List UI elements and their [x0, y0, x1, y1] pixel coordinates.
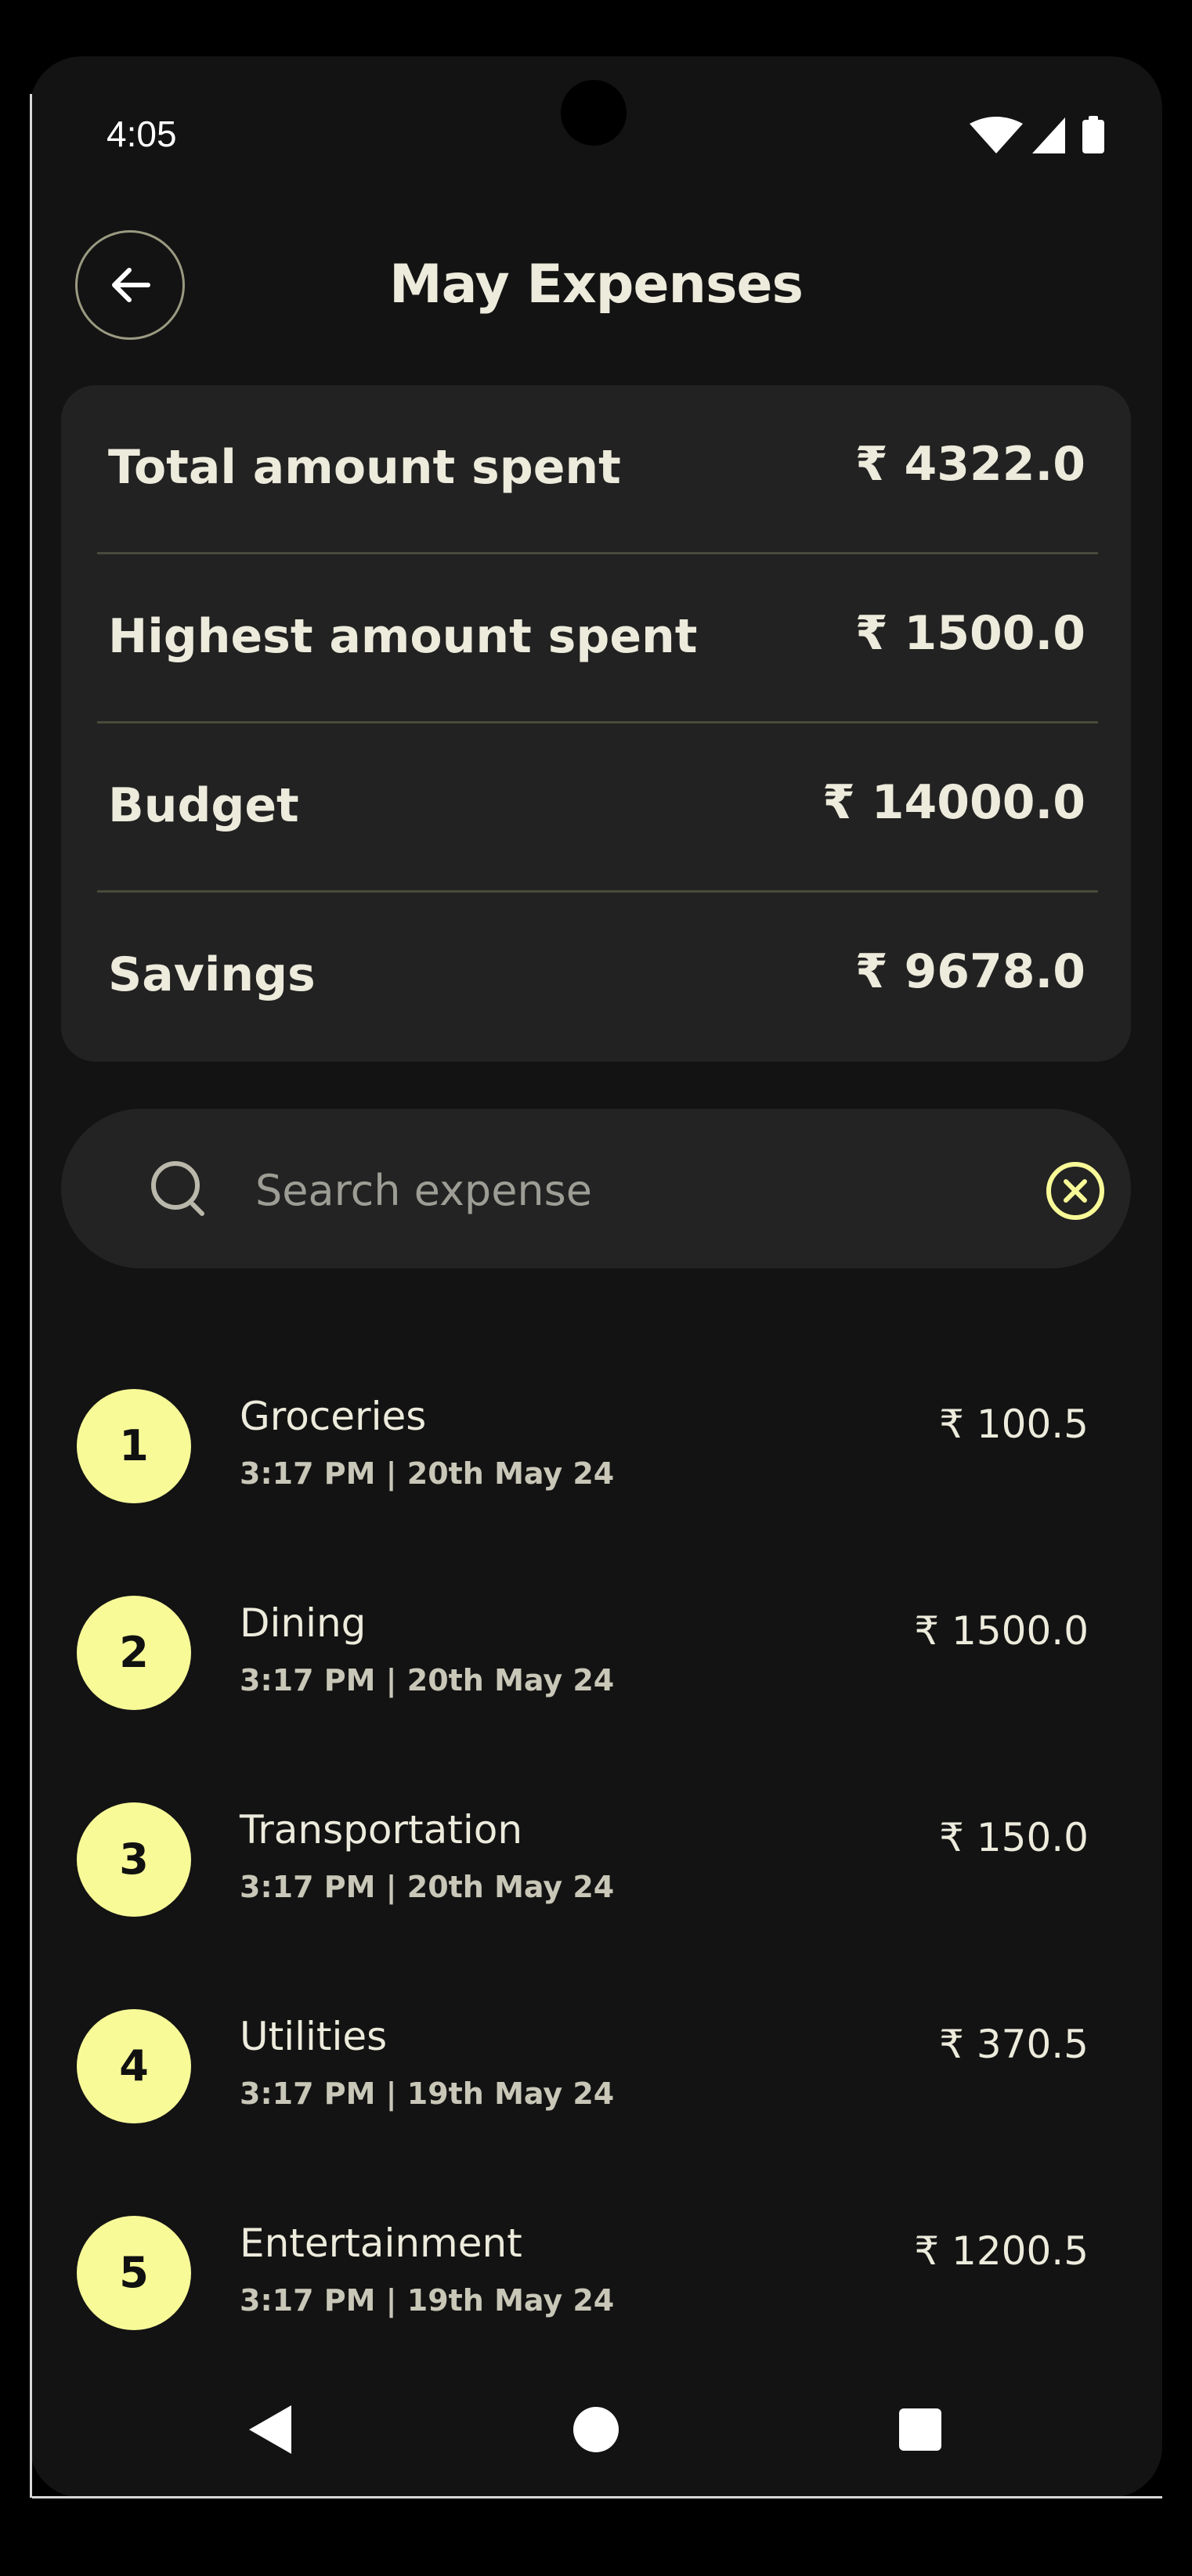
- summary-label: Total amount spent: [108, 440, 621, 495]
- summary-value: ₹ 4322.0: [854, 437, 1085, 492]
- expense-time: 3:17 PM | 20th May 24: [240, 1870, 615, 1904]
- phone-frame: 4:05 May Expenses Total amount spent ₹ 4…: [0, 0, 1192, 2576]
- status-time: 4:05: [107, 114, 177, 154]
- expense-amount: ₹ 1500.0: [914, 1608, 1089, 1654]
- expense-name: Utilities: [240, 2014, 388, 2059]
- summary-label: Highest amount spent: [108, 609, 698, 664]
- summary-value: ₹ 1500.0: [854, 606, 1085, 661]
- expense-name: Transportation: [240, 1807, 523, 1853]
- list-item[interactable]: 5 Entertainment 3:17 PM | 19th May 24 ₹ …: [30, 2167, 1162, 2374]
- expense-time: 3:17 PM | 19th May 24: [240, 2283, 615, 2318]
- wifi-icon: [970, 117, 1023, 153]
- nav-back-icon[interactable]: [246, 2402, 296, 2457]
- list-item[interactable]: 2 Dining 3:17 PM | 20th May 24 ₹ 1500.0: [30, 1547, 1162, 1754]
- expense-name: Groceries: [240, 1394, 427, 1439]
- index-badge: 4: [77, 2009, 191, 2123]
- summary-label: Savings: [108, 947, 316, 1002]
- index-badge: 2: [77, 1596, 191, 1710]
- nav-home-icon[interactable]: [573, 2407, 619, 2452]
- summary-value: ₹ 9678.0: [854, 944, 1085, 999]
- expense-time: 3:17 PM | 20th May 24: [240, 1663, 615, 1697]
- clear-circle-x-icon[interactable]: [1045, 1160, 1106, 1221]
- index-badge: 5: [77, 2216, 191, 2330]
- expense-name: Dining: [240, 1600, 367, 1646]
- expense-amount: ₹ 100.5: [939, 1402, 1089, 1447]
- cellular-signal-icon: [1032, 117, 1065, 153]
- list-item[interactable]: 3 Transportation 3:17 PM | 20th May 24 ₹…: [30, 1754, 1162, 1961]
- screen-edge: [30, 94, 32, 2498]
- search-input[interactable]: [254, 1154, 962, 1226]
- expense-amount: ₹ 150.0: [939, 1815, 1089, 1860]
- list-item[interactable]: 1 Groceries 3:17 PM | 20th May 24 ₹ 100.…: [30, 1340, 1162, 1547]
- search-icon: [151, 1161, 204, 1216]
- summary-row-savings: Savings ₹ 9678.0: [61, 893, 1131, 1062]
- expense-time: 3:17 PM | 20th May 24: [240, 1456, 615, 1491]
- page-title: May Expenses: [388, 254, 804, 316]
- summary-row-highest: Highest amount spent ₹ 1500.0: [61, 554, 1131, 723]
- app-screen: 4:05 May Expenses Total amount spent ₹ 4…: [30, 56, 1162, 2498]
- status-icons: [970, 116, 1104, 153]
- front-camera: [561, 80, 627, 146]
- battery-icon: [1082, 116, 1104, 153]
- summary-row-total: Total amount spent ₹ 4322.0: [61, 385, 1131, 554]
- expense-name: Entertainment: [240, 2221, 522, 2266]
- nav-recents-icon[interactable]: [899, 2408, 941, 2451]
- summary-label: Budget: [108, 778, 299, 833]
- search-bar[interactable]: [61, 1109, 1131, 1268]
- summary-card: Total amount spent ₹ 4322.0 Highest amou…: [61, 385, 1131, 1062]
- list-item[interactable]: 4 Utilities 3:17 PM | 19th May 24 ₹ 370.…: [30, 1961, 1162, 2167]
- index-badge: 1: [77, 1389, 191, 1503]
- expense-amount: ₹ 1200.5: [914, 2228, 1089, 2274]
- summary-row-budget: Budget ₹ 14000.0: [61, 723, 1131, 893]
- expense-time: 3:17 PM | 19th May 24: [240, 2076, 615, 2111]
- screen-edge: [32, 2496, 1162, 2498]
- expense-amount: ₹ 370.5: [939, 2022, 1089, 2067]
- summary-value: ₹ 14000.0: [822, 775, 1085, 830]
- index-badge: 3: [77, 1802, 191, 1917]
